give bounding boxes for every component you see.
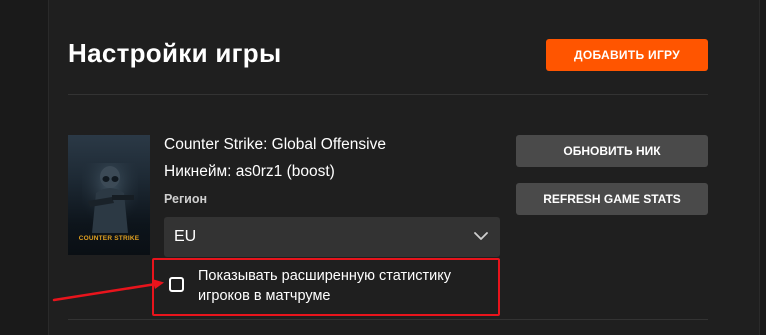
region-label: Регион <box>164 192 208 206</box>
soldier-figure-icon <box>82 163 138 233</box>
region-select[interactable]: EU <box>164 217 500 257</box>
annotation-arrow-icon <box>52 279 164 302</box>
nickname-text: Никнейм: as0rz1 (boost) <box>164 163 335 180</box>
divider <box>68 319 708 320</box>
game-cover-image: COUNTER STRIKE <box>68 135 150 255</box>
extended-stats-checkbox-label[interactable]: Показывать расширенную статистику игроко… <box>198 266 490 306</box>
extended-stats-checkbox[interactable] <box>169 277 184 292</box>
refresh-game-stats-button[interactable]: REFRESH GAME STATS <box>516 183 708 215</box>
stats-checkbox-highlight: Показывать расширенную статистику игроко… <box>152 258 500 316</box>
region-select-value: EU <box>174 228 197 245</box>
page-title: Настройки игры <box>68 38 282 68</box>
refresh-nick-button[interactable]: ОБНОВИТЬ НИК <box>516 135 708 167</box>
add-game-button[interactable]: ДОБАВИТЬ ИГРУ <box>546 39 708 71</box>
divider <box>68 94 708 95</box>
game-name: Counter Strike: Global Offensive <box>164 136 386 153</box>
chevron-down-icon <box>474 232 488 240</box>
cover-logo: COUNTER STRIKE <box>78 235 140 242</box>
